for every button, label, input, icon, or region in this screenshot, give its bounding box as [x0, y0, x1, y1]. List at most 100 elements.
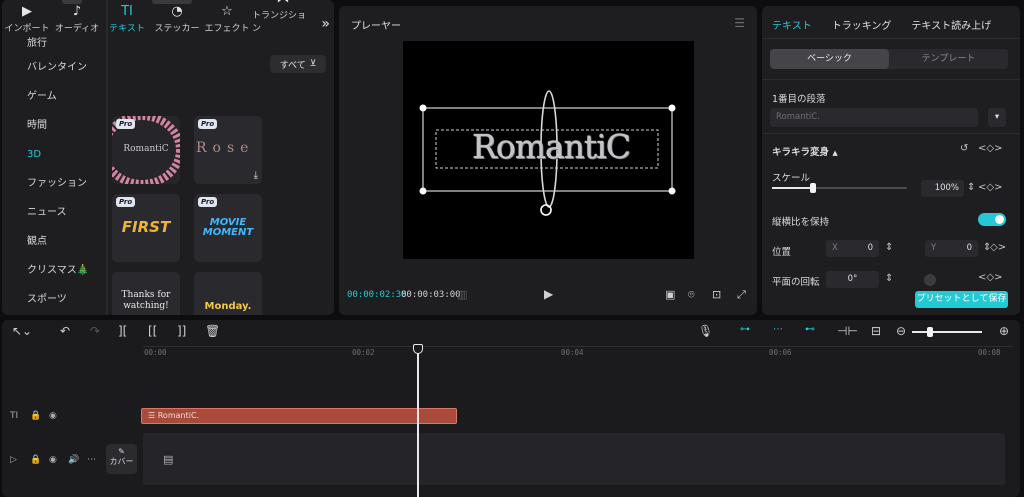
paragraph-label: 1番目の段落: [772, 94, 826, 105]
tool-audio[interactable]: ♪ オーディオ: [52, 0, 102, 38]
zoom-slider[interactable]: [912, 327, 982, 337]
subtitle-icon[interactable]: ▣: [665, 288, 675, 301]
keyframe-icon[interactable]: <◇>: [978, 143, 1002, 154]
link-icon[interactable]: ⊷: [805, 324, 815, 335]
tool-text[interactable]: TI テキスト: [102, 0, 152, 38]
sticker-icon: ◔: [171, 4, 183, 19]
tab-text[interactable]: テキスト: [762, 6, 822, 40]
text-track-icon: TI: [10, 411, 19, 421]
template-card[interactable]: Pro FIRST: [112, 194, 180, 262]
category-item[interactable]: バレンタイン: [2, 53, 106, 82]
keep-ratio-toggle[interactable]: [978, 213, 1006, 226]
tool-effect[interactable]: ☆ エフェクト: [202, 0, 252, 38]
audio-icon: ♪: [72, 4, 82, 19]
playhead[interactable]: [417, 346, 419, 497]
category-item[interactable]: スポーツ: [2, 285, 106, 314]
tab-tts[interactable]: テキスト読み上げ: [901, 6, 1001, 40]
tool-import[interactable]: ▶ インポート: [2, 0, 52, 38]
trim-right-icon[interactable]: ]]: [177, 324, 186, 338]
segment-basic[interactable]: ベーシック: [770, 49, 889, 69]
eye-icon[interactable]: ◉: [49, 455, 57, 465]
rotation-label: 平面の回転: [772, 277, 820, 288]
text-clip[interactable]: ☰ RomantiC.: [141, 408, 457, 424]
ruler-label: 00:00: [144, 348, 167, 357]
snap-icon[interactable]: ⋯: [773, 324, 783, 335]
template-text: Rose: [196, 140, 255, 156]
paragraph-dropdown[interactable]: ▾: [988, 108, 1006, 127]
play-icon[interactable]: ▶: [544, 287, 553, 301]
delete-icon[interactable]: 🗑: [205, 324, 220, 338]
tab-tracking[interactable]: トラッキング: [822, 6, 902, 40]
category-item[interactable]: ゲーム: [2, 82, 106, 111]
category-item[interactable]: 時間: [2, 111, 106, 140]
category-list: 旅行 バレンタイン ゲーム 時間 3D ファッション ニュース 観点 クリスマス…: [2, 35, 106, 314]
template-card[interactable]: Pro Rose ⤓: [194, 116, 262, 184]
thumbnail-icon[interactable]: ⊟: [871, 324, 881, 338]
keyframe-icon[interactable]: <◇>: [978, 272, 1002, 283]
keyframe-icon[interactable]: <◇>: [978, 182, 1002, 193]
template-card[interactable]: Pro RomantiC: [112, 116, 180, 184]
scale-slider-thumb[interactable]: [809, 183, 816, 193]
select-tool-icon[interactable]: ↖⌄: [12, 324, 32, 338]
category-item-active[interactable]: 3D: [2, 140, 106, 169]
position-x-input[interactable]: X 0: [826, 240, 879, 257]
segment-template[interactable]: テンプレート: [889, 49, 1008, 69]
undo-icon[interactable]: ↶: [60, 324, 70, 338]
filter-button[interactable]: すべて ⊻: [270, 55, 326, 73]
zoom-slider-thumb[interactable]: [927, 327, 933, 337]
stepper-icon[interactable]: ⇕: [967, 182, 975, 193]
eye-icon[interactable]: ◉: [49, 411, 57, 421]
paragraph-input[interactable]: RomantiC.: [770, 108, 978, 127]
audio-mute-icon[interactable]: 🔊: [68, 455, 79, 465]
preview-canvas[interactable]: RomantiC: [403, 41, 694, 259]
cover-button[interactable]: ✎ カバー: [106, 444, 137, 474]
more-tools-icon[interactable]: »: [321, 16, 330, 32]
category-item[interactable]: 観点: [2, 227, 106, 256]
template-card[interactable]: Monday.: [194, 272, 262, 315]
save-preset-button[interactable]: プリセットとして保存: [915, 291, 1008, 308]
category-item[interactable]: クリスマス🎄: [2, 256, 106, 285]
template-card[interactable]: Thanks for watching!: [112, 272, 180, 315]
fullscreen-icon[interactable]: ⤢: [737, 288, 746, 302]
rotation-input[interactable]: 0°: [826, 271, 879, 288]
category-item[interactable]: ニュース: [2, 198, 106, 227]
category-item[interactable]: 旅行: [2, 35, 106, 53]
template-text: Monday.: [204, 301, 252, 312]
import-icon: ▶: [22, 4, 32, 19]
category-divider: [106, 0, 108, 315]
text-icon: TI: [121, 4, 133, 19]
scale-input[interactable]: 100%: [921, 180, 964, 197]
split-preview-icon[interactable]: ⊣⊢: [837, 324, 858, 338]
category-item[interactable]: ファッション: [2, 169, 106, 198]
rotation-dial[interactable]: [924, 274, 936, 286]
magnet-link-icon[interactable]: ⊶: [740, 324, 750, 335]
focus-icon[interactable]: ⌾: [688, 288, 695, 302]
playhead-handle[interactable]: [413, 344, 423, 354]
template-card[interactable]: Pro MOVIE MOMENT: [194, 194, 262, 262]
trim-left-icon[interactable]: [[: [148, 324, 157, 338]
stepper-icon[interactable]: ⇕: [885, 273, 893, 284]
download-icon[interactable]: ⤓: [254, 170, 258, 181]
tool-sticker[interactable]: ◔ ステッカー: [152, 0, 202, 38]
ratio-icon[interactable]: ⊡: [712, 288, 721, 301]
keyframe-icon[interactable]: ◇>: [990, 242, 1006, 253]
zoom-out-icon[interactable]: ⊖: [896, 324, 906, 338]
template-text: Thanks for watching!: [121, 290, 171, 311]
pro-badge: Pro: [116, 119, 136, 129]
stepper-icon[interactable]: ⇕: [885, 242, 893, 253]
split-icon[interactable]: ][: [118, 324, 127, 338]
scale-slider[interactable]: [772, 183, 907, 193]
scale-slider-fill: [772, 187, 813, 189]
position-y-input[interactable]: Y 0: [925, 240, 978, 257]
menu-icon[interactable]: ☰: [734, 16, 745, 30]
reset-icon[interactable]: ↺: [960, 143, 968, 154]
microphone-icon[interactable]: 🎙: [698, 324, 713, 338]
redo-icon[interactable]: ↷: [90, 324, 100, 338]
zoom-in-icon[interactable]: ⊕: [999, 324, 1009, 338]
sparkle-section-title[interactable]: キラキラ変身 ▲: [772, 144, 838, 158]
more-icon[interactable]: ⋯: [87, 455, 96, 465]
lock-icon[interactable]: 🔒: [30, 411, 41, 421]
tool-transition[interactable]: ⋈ トランジション: [252, 0, 314, 38]
lock-icon[interactable]: 🔒: [30, 455, 41, 465]
video-track[interactable]: ▤: [143, 433, 1005, 485]
